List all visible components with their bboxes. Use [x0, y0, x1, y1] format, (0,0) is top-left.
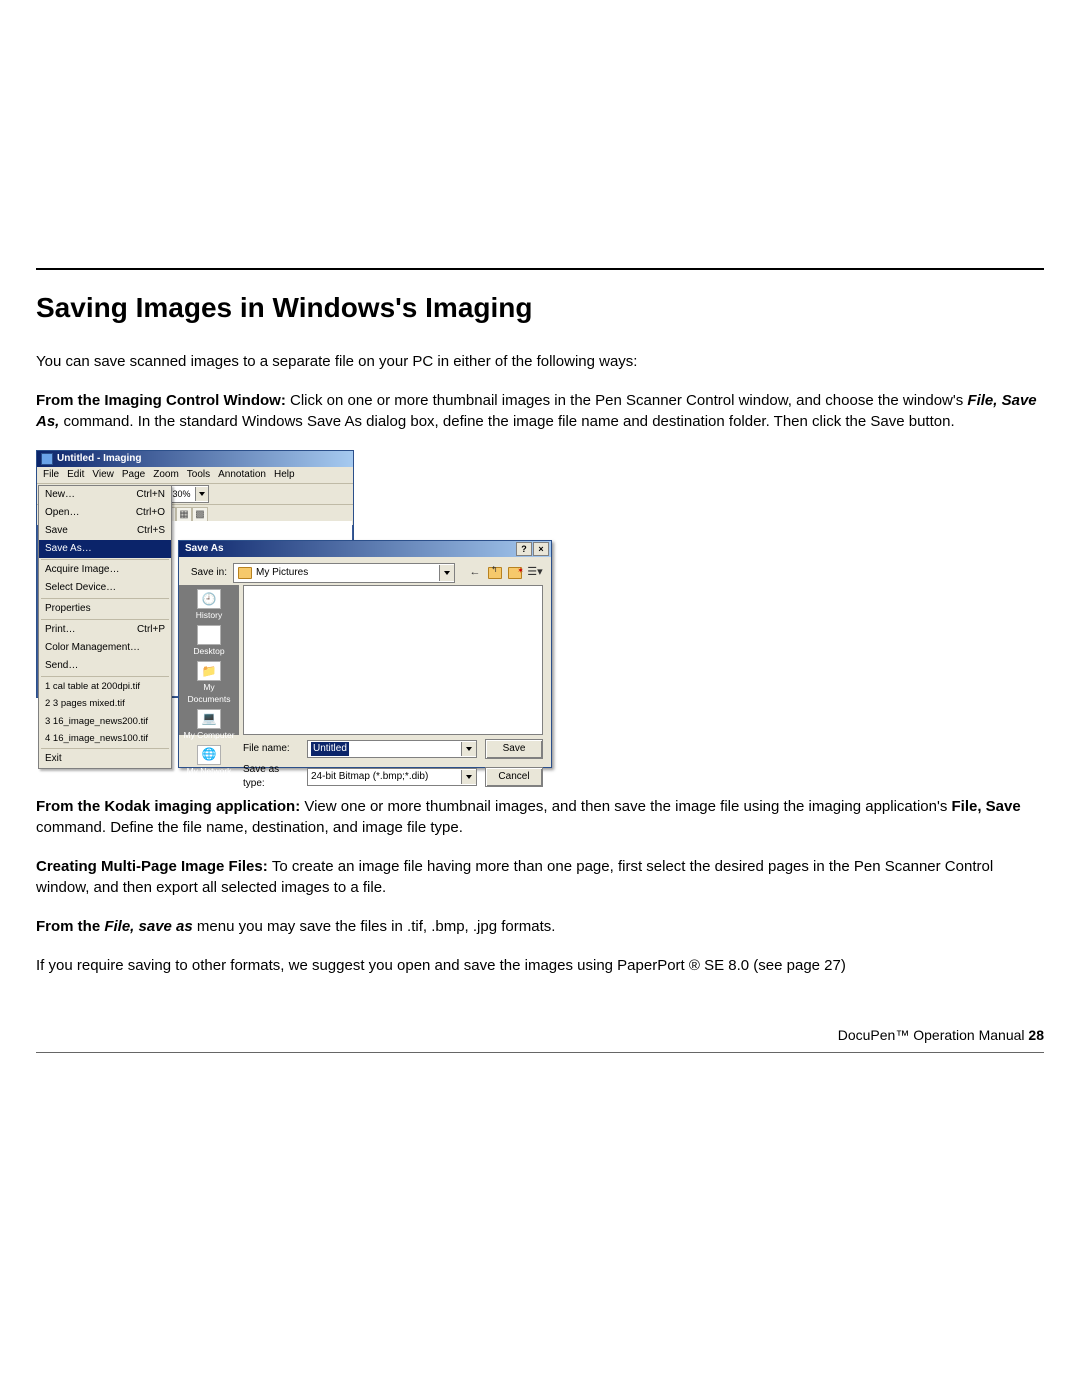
- menu-new[interactable]: New…Ctrl+N: [39, 486, 171, 504]
- intro-paragraph: You can save scanned images to a separat…: [36, 351, 1044, 372]
- menu-zoom[interactable]: Zoom: [153, 468, 179, 482]
- menu-separator: [41, 598, 169, 599]
- p2-b: command. Define the file name, destinati…: [36, 819, 463, 836]
- paragraph-4: From the File, save as menu you may save…: [36, 916, 1044, 937]
- new-folder-icon[interactable]: ✶: [507, 565, 523, 581]
- views-icon[interactable]: ☰▾: [527, 565, 543, 581]
- paragraph-2: From the Kodak imaging application: View…: [36, 796, 1044, 838]
- paragraph-1: From the Imaging Control Window: Click o…: [36, 390, 1044, 432]
- menu-exit[interactable]: Exit: [39, 750, 171, 768]
- page-title: Saving Images in Windows's Imaging: [36, 288, 1044, 327]
- paragraph-3: Creating Multi-Page Image Files: To crea…: [36, 856, 1044, 898]
- place-desktop[interactable]: 🖥Desktop: [181, 625, 237, 658]
- folder-icon: [238, 567, 252, 579]
- footer-page-number: 28: [1028, 1027, 1044, 1043]
- save-as-titlebar[interactable]: Save As ? ×: [179, 541, 551, 557]
- recent-file[interactable]: 3 16_image_news200.tif: [39, 713, 171, 730]
- menu-acquire[interactable]: Acquire Image…: [39, 561, 171, 579]
- save-in-label: Save in:: [187, 566, 227, 580]
- menu-print[interactable]: Print…Ctrl+P: [39, 621, 171, 639]
- place-my-computer[interactable]: 💻My Computer: [181, 709, 237, 742]
- save-in-row: Save in: My Pictures ← ↰ ✶ ☰▾: [179, 557, 551, 585]
- p1-a: Click on one or more thumbnail images in…: [290, 392, 967, 409]
- filetype-value: 24-bit Bitmap (*.bmp;*.dib): [311, 770, 428, 784]
- menu-separator: [41, 619, 169, 620]
- menu-edit[interactable]: Edit: [67, 468, 84, 482]
- menu-separator: [41, 748, 169, 749]
- places-bar: 🕘History 🖥Desktop 📁My Documents 💻My Comp…: [179, 585, 239, 735]
- recent-file[interactable]: 4 16_image_news100.tif: [39, 730, 171, 747]
- network-icon: 🌐: [197, 745, 221, 765]
- recent-file[interactable]: 1 cal table at 200dpi.tif: [39, 678, 171, 695]
- menu-view[interactable]: View: [92, 468, 114, 482]
- chevron-down-icon[interactable]: [461, 742, 476, 756]
- p2-a: View one or more thumbnail images, and t…: [304, 798, 951, 815]
- save-in-value: My Pictures: [256, 566, 308, 580]
- cancel-button[interactable]: Cancel: [485, 767, 543, 787]
- file-list-view[interactable]: [243, 585, 543, 735]
- menu-file[interactable]: File: [43, 468, 59, 482]
- menu-open[interactable]: Open…Ctrl+O: [39, 504, 171, 522]
- menu-tools[interactable]: Tools: [187, 468, 210, 482]
- footer-text: DocuPen™ Operation Manual: [838, 1027, 1029, 1043]
- p2-cmd: File, Save: [952, 798, 1021, 815]
- menu-annotation[interactable]: Annotation: [218, 468, 266, 482]
- place-my-network[interactable]: 🌐My Network P…: [181, 745, 237, 790]
- desktop-icon: 🖥: [197, 625, 221, 645]
- history-icon: 🕘: [197, 589, 221, 609]
- filename-label: File name:: [243, 742, 299, 756]
- p3-lead: Creating Multi-Page Image Files:: [36, 858, 272, 875]
- computer-icon: 💻: [197, 709, 221, 729]
- paragraph-5: If you require saving to other formats, …: [36, 955, 1044, 976]
- menu-help[interactable]: Help: [274, 468, 295, 482]
- imaging-title-text: Untitled - Imaging: [57, 452, 141, 466]
- menu-page[interactable]: Page: [122, 468, 145, 482]
- menu-separator: [41, 559, 169, 560]
- filename-value: Untitled: [311, 742, 349, 756]
- menu-color-management[interactable]: Color Management…: [39, 639, 171, 657]
- place-my-documents[interactable]: 📁My Documents: [181, 661, 237, 706]
- chevron-down-icon[interactable]: [461, 770, 476, 784]
- file-menu-dropdown: New…Ctrl+N Open…Ctrl+O SaveCtrl+S Save A…: [38, 485, 172, 769]
- app-icon: [41, 453, 53, 465]
- chevron-down-icon[interactable]: [195, 487, 208, 501]
- rule-bottom: [36, 1052, 1044, 1053]
- close-icon[interactable]: ×: [533, 542, 549, 556]
- save-as-title: Save As: [185, 542, 224, 556]
- recent-file[interactable]: 2 3 pages mixed.tif: [39, 695, 171, 712]
- rule-top: [36, 268, 1044, 270]
- filename-input[interactable]: Untitled: [307, 740, 477, 758]
- menubar[interactable]: File Edit View Page Zoom Tools Annotatio…: [37, 467, 353, 483]
- back-icon[interactable]: ←: [467, 565, 483, 581]
- menu-separator: [41, 676, 169, 677]
- save-in-combo[interactable]: My Pictures: [233, 563, 455, 583]
- imaging-titlebar[interactable]: Untitled - Imaging: [37, 451, 353, 467]
- save-button[interactable]: Save: [485, 739, 543, 759]
- save-as-dialog: Save As ? × Save in: My Pictures ← ↰ ✶ ☰: [178, 540, 552, 768]
- page-footer: DocuPen™ Operation Manual 28: [36, 1026, 1044, 1046]
- p4-a: menu you may save the files in .tif, .bm…: [193, 918, 556, 935]
- menu-save[interactable]: SaveCtrl+S: [39, 522, 171, 540]
- folder-icon: 📁: [197, 661, 221, 681]
- menu-send[interactable]: Send…: [39, 657, 171, 675]
- p4-lead: From the: [36, 918, 104, 935]
- screenshot: Untitled - Imaging File Edit View Page Z…: [36, 450, 552, 768]
- up-one-level-icon[interactable]: ↰: [487, 565, 503, 581]
- filetype-combo[interactable]: 24-bit Bitmap (*.bmp;*.dib): [307, 768, 477, 786]
- chevron-down-icon[interactable]: [439, 565, 454, 581]
- menu-properties[interactable]: Properties: [39, 600, 171, 618]
- help-icon[interactable]: ?: [516, 542, 532, 556]
- menu-save-as[interactable]: Save As…: [39, 540, 171, 558]
- p1-lead: From the Imaging Control Window:: [36, 392, 290, 409]
- menu-select-device[interactable]: Select Device…: [39, 579, 171, 597]
- p2-lead: From the Kodak imaging application:: [36, 798, 304, 815]
- p4-cmd: File, save as: [104, 918, 192, 935]
- filetype-label: Save as type:: [243, 763, 299, 791]
- place-history[interactable]: 🕘History: [181, 589, 237, 622]
- p1-b: command. In the standard Windows Save As…: [59, 413, 954, 430]
